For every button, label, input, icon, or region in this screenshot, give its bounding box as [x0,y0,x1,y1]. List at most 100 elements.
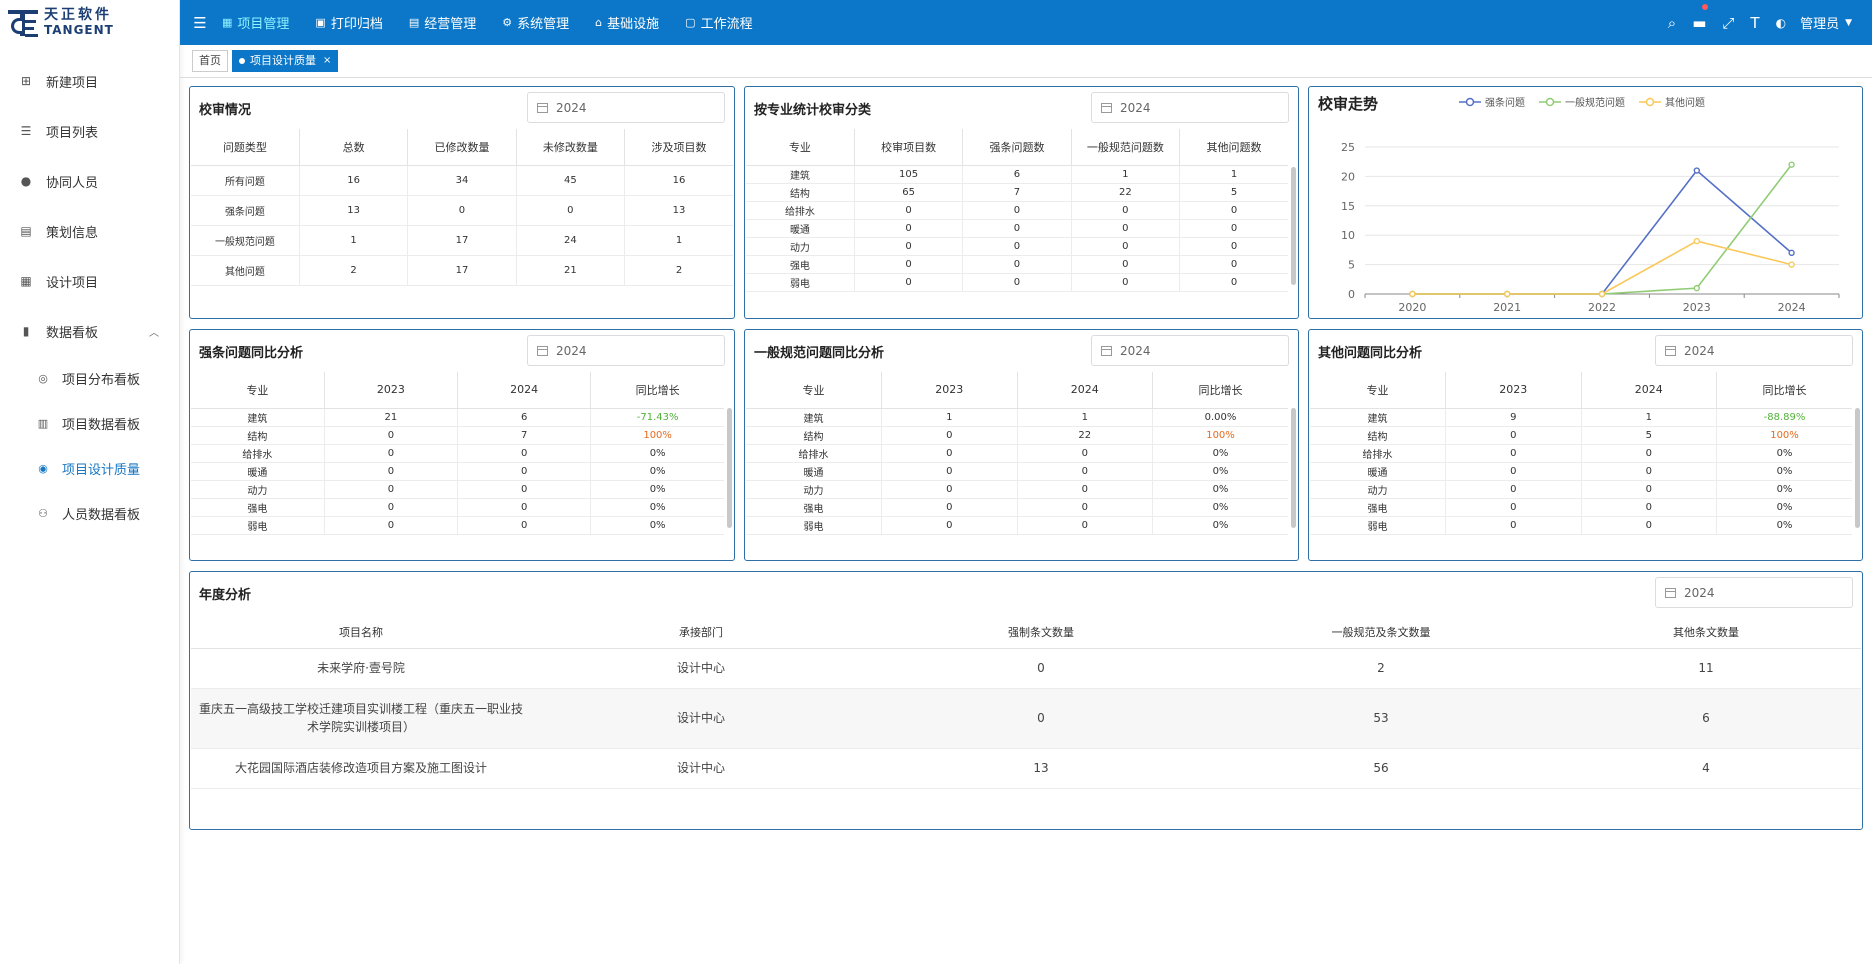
column-header: 2023 [324,372,459,409]
data-point[interactable] [1693,237,1700,245]
data-point[interactable] [1693,167,1700,174]
table-cell: 0 [1179,219,1288,238]
table-cell: 0.00% [1152,408,1288,427]
calendar-icon [537,345,548,356]
year-value: 2024 [556,100,587,115]
user-menu[interactable]: 管理员 ▼ [1800,13,1852,32]
scrollbar[interactable] [1291,167,1296,285]
sidebar-item-label: 协同人员 [46,175,99,191]
sidebar-item-collaborators[interactable]: ● 协同人员 [0,156,179,206]
table-row: 给排水 0 0 0 0 [746,201,1288,220]
yoy-table: 专业 2023 2024 同比增长 建筑 1 1 0.00% 结构 0 22 100% 给排水 0 0 0%… [746,372,1288,535]
tab-design-quality[interactable]: 项目设计质量 × [232,50,339,72]
avatar[interactable]: ◐ [1776,16,1786,30]
fullscreen-icon[interactable]: ⤢ [1722,14,1734,32]
sidebar-item-project-list[interactable]: ☰ 项目列表 [0,106,179,156]
year-picker[interactable]: 2024 [1091,92,1289,123]
year-picker[interactable]: 2024 [1091,335,1289,366]
table-cell: 0% [1716,498,1852,517]
sidebar-item-design-projects[interactable]: ▦ 设计项目 [0,256,179,306]
table-cell: 0 [854,237,964,256]
top-menu-label: 项目管理 [237,17,290,32]
table-cell: 弱电 [191,516,325,535]
table-cell: 0 [854,273,964,292]
y-tick-label: 20 [1341,170,1355,183]
column-header: 未修改数量 [516,129,626,166]
scrollbar[interactable] [1291,408,1296,528]
table-row: 其他问题 2 17 21 2 [191,255,733,286]
yoy-panel-strong: 强条问题同比分析 2024 专业 2023 2024 同比增长 建筑 21 6 -71.43… [189,329,735,561]
table-row: 强条问题 13 0 0 13 [191,195,733,226]
table-cell: 结构 [191,426,325,445]
close-icon[interactable]: × [323,51,331,71]
yoy-panel-general: 一般规范问题同比分析 2024 专业 2023 2024 同比增长 建筑 1 1 0.00%… [744,329,1299,561]
table-cell: 22 [1017,426,1153,445]
table-cell: 0 [881,516,1018,535]
table-cell: 0 [324,480,459,499]
table-cell: 56 [1211,748,1551,789]
year-picker[interactable]: 2024 [1655,577,1853,608]
table-row: 动力 0 0 0% [191,480,724,499]
table-cell: 21 [324,408,459,427]
table-cell: 设计中心 [531,688,871,749]
column-header: 同比增长 [1152,372,1288,409]
sidebar-subitem-people-data[interactable]: ⚇ 人员数据看板 [0,491,179,536]
font-size-icon[interactable]: T [1750,14,1759,32]
table-cell: 强电 [746,255,855,274]
column-header: 强制条文数量 [871,616,1211,649]
sidebar-subitem-design-quality[interactable]: ◉ 项目设计质量 [0,446,179,491]
data-point[interactable] [1788,261,1795,268]
tab-home[interactable]: 首页 [192,50,228,72]
sidebar-item-planning-info[interactable]: ▤ 策划信息 [0,206,179,256]
year-picker[interactable]: 2024 [1655,335,1853,366]
table-row: 动力 0 0 0% [746,480,1288,499]
data-point[interactable] [1788,161,1795,168]
table-row: 大花园国际酒店装修改造项目方案及施工图设计 设计中心 13 56 4 [191,748,1861,789]
year-value: 2024 [1120,100,1151,115]
scrollbar[interactable] [727,408,732,528]
sidebar-subitem-label: 项目数据看板 [62,418,141,433]
review-summary-panel: 校审情况 2024 问题类型 总数 已修改数量 未修改数量 涉及项目数 所有问题 16 34… [189,86,735,319]
table-cell: 0 [1017,516,1153,535]
table-cell: 0 [457,498,592,517]
top-menu-infrastructure[interactable]: ⌂ 基础设施 [595,13,659,32]
location-icon: ◎ [38,372,48,385]
table-cell: 暖通 [746,219,855,238]
table-cell: 7 [457,426,592,445]
data-point[interactable] [1788,249,1795,257]
sidebar-subitem-project-distribution[interactable]: ◎ 项目分布看板 [0,356,179,401]
series-line [1412,240,1792,295]
year-picker[interactable]: 2024 [527,92,725,123]
data-point[interactable] [1598,290,1606,298]
table-cell: 6 [457,408,592,427]
top-menu-project-management[interactable]: ▦ 项目管理 [222,13,289,32]
year-picker[interactable]: 2024 [527,335,725,366]
column-header: 强条问题数 [962,129,1072,166]
sidebar-item-dashboard[interactable]: ▮ 数据看板 ︿ [0,306,179,356]
menu-toggle-icon[interactable]: ☰ [180,14,220,32]
table-cell: -88.89% [1716,408,1852,427]
table-cell: 0 [881,480,1018,499]
table-cell: 动力 [191,480,325,499]
top-menu-business-management[interactable]: ▤ 经营管理 [409,13,476,32]
top-menu-workflow[interactable]: ▢ 工作流程 [685,13,752,32]
top-menu-system-management[interactable]: ⚙ 系统管理 [502,13,569,32]
table-row: 弱电 0 0 0% [746,516,1288,535]
table-cell: 6 [1551,688,1861,749]
data-point[interactable] [1409,290,1416,298]
data-point[interactable] [1503,290,1511,298]
sidebar-item-new-project[interactable]: ⊞ 新建项目 [0,56,179,106]
scrollbar[interactable] [1855,408,1860,528]
print-icon: ▣ [315,16,326,29]
sidebar: 天正软件 TANGENT ⊞ 新建项目 ☰ 项目列表 ● 协同人员 ▤ 策划信息… [0,0,180,964]
table-cell: 34 [407,165,517,196]
table-cell: 16 [299,165,409,196]
top-menu-print-archive[interactable]: ▣ 打印归档 [315,13,382,32]
table-row: 给排水 0 0 0% [1310,444,1852,463]
table-cell: 0 [962,201,1072,220]
table-cell: 1 [1071,165,1181,184]
message-icon[interactable]: ▬ [1692,3,1709,32]
search-icon[interactable]: ⌕ [1668,14,1676,32]
data-point[interactable] [1693,284,1700,292]
sidebar-subitem-project-data[interactable]: ▥ 项目数据看板 [0,401,179,446]
